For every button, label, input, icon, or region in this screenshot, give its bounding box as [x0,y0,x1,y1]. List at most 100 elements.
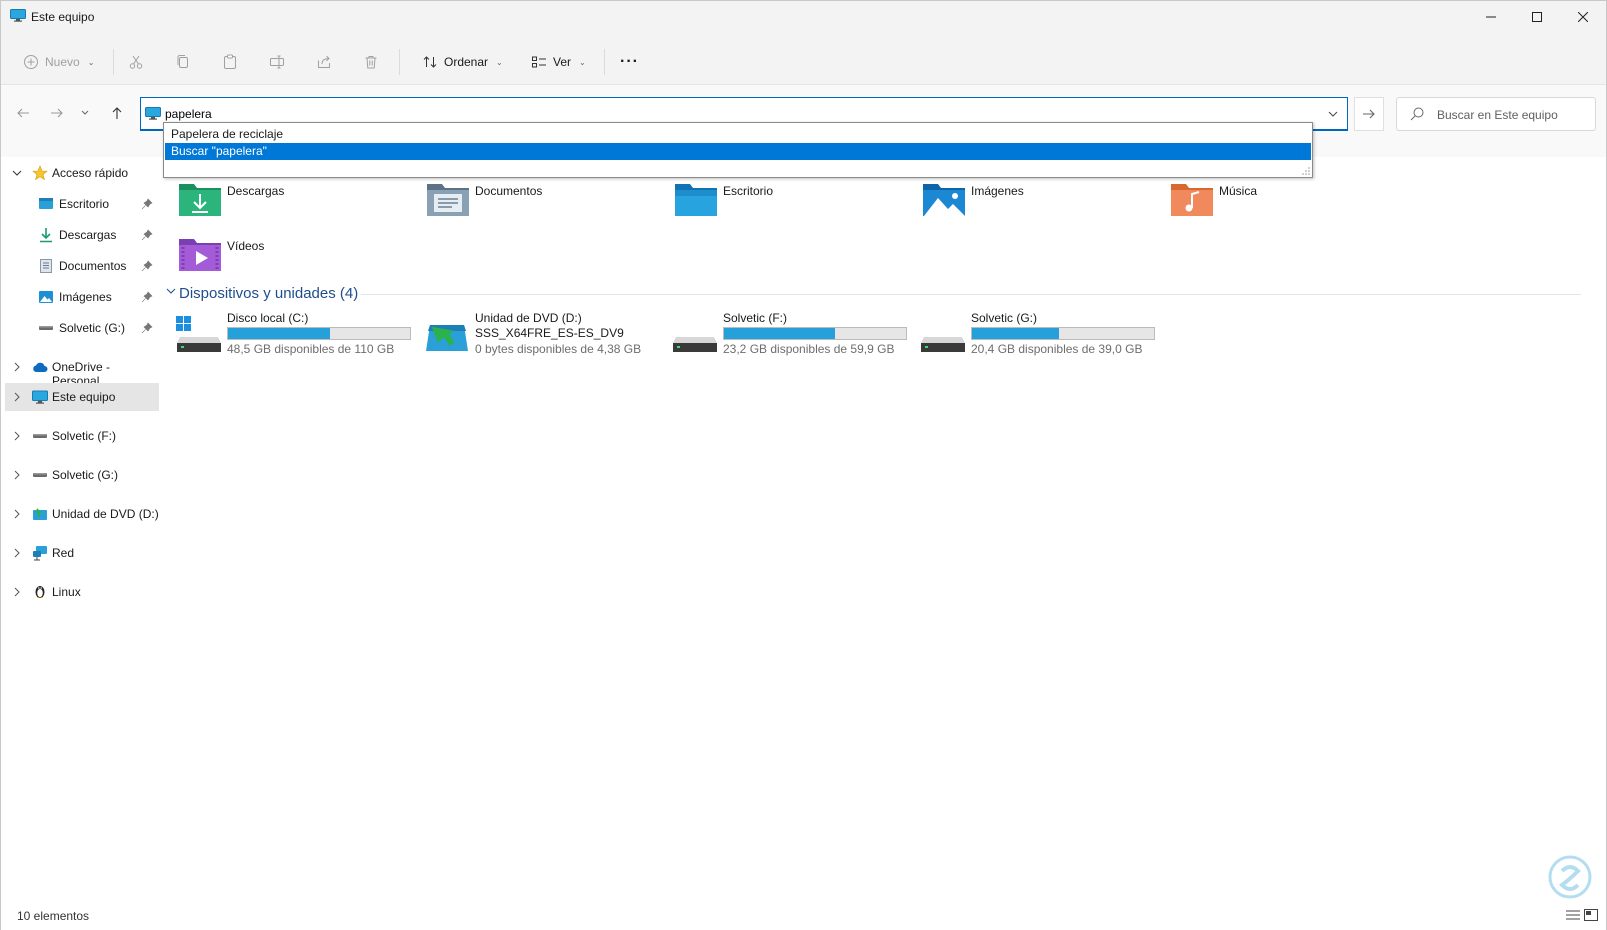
drive-tile-dvd[interactable]: Unidad de DVD (D:) SSS_X64FRE_ES-ES_DV9 … [414,307,659,363]
new-label: Nuevo [45,55,80,69]
sidebar-item-imagenes[interactable]: Imágenes [5,283,159,311]
arrow-up-icon [112,107,122,119]
drive-volume-label: SSS_X64FRE_ES-ES_DV9 [475,326,624,340]
sidebar-item-onedrive[interactable]: OneDrive - Personal [5,353,159,388]
folder-name: Documentos [475,184,543,198]
sidebar-item-descargas[interactable]: Descargas [5,221,159,249]
address-dropdown-button[interactable] [1325,106,1341,122]
minimize-button[interactable] [1468,1,1514,33]
chevron-right-icon [14,509,20,519]
drive-tile-f[interactable]: Solvetic (F:) 23,2 GB disponibles de 59,… [662,307,907,363]
forward-button[interactable] [45,101,69,125]
drive-free-space: 0 bytes disponibles de 4,38 GB [475,342,642,356]
sidebar-item-documentos[interactable]: Documentos [5,252,159,280]
share-button[interactable] [316,47,332,77]
more-icon: ··· [620,53,639,70]
folder-tile-videos[interactable]: Vídeos [166,230,406,280]
drive-tile-g[interactable]: Solvetic (G:) 20,4 GB disponibles de 39,… [910,307,1155,363]
search-placeholder: Buscar en Este equipo [1437,108,1558,122]
drive-name: Solvetic (F:) [723,311,788,325]
sidebar-item-este-equipo[interactable]: Este equipo [5,383,159,411]
drive-usage-bar [723,327,907,340]
sidebar-item-label: Linux [52,585,81,599]
go-button[interactable] [1354,97,1384,131]
copy-icon [177,55,188,68]
pin-icon [141,260,153,272]
close-button[interactable] [1560,1,1606,33]
drive-name: Unidad de DVD (D:) [475,311,582,325]
maximize-icon [1532,12,1542,22]
up-button[interactable] [105,101,129,125]
back-button[interactable] [11,101,35,125]
rename-button[interactable] [269,47,285,77]
drive-name: Disco local (C:) [227,311,309,325]
command-bar: Nuevo ⌄ Ordenar ⌄ Ver ⌄ ··· [1,33,1606,85]
separator [399,49,400,75]
sidebar-item-label: Documentos [59,259,127,273]
delete-button[interactable] [363,47,379,77]
chevron-right-icon [14,587,20,597]
drive-tile-c[interactable]: Disco local (C:) 48,5 GB disponibles de … [166,307,411,363]
recent-locations-button[interactable] [77,101,93,125]
this-pc-icon [10,9,26,22]
group-title: Dispositivos y unidades (4) [179,285,359,302]
view-button[interactable]: Ver ⌄ [531,47,586,77]
chevron-down-icon [12,170,22,176]
videos-folder-icon [179,239,221,271]
drive-icon [33,473,47,477]
folder-tile-documentos[interactable]: Documentos [414,175,654,225]
content-area: Descargas Documentos Escritorio Imágenes… [166,157,1603,897]
chevron-down-icon: ⌄ [496,57,503,67]
autocomplete-item-selected[interactable]: Buscar "papelera" [165,143,1311,160]
sort-label: Ordenar [444,55,489,69]
folder-tile-imagenes[interactable]: Imágenes [910,175,1150,225]
search-icon [1410,107,1424,121]
chevron-right-icon [14,470,20,480]
sidebar-item-label: Acceso rápido [52,166,129,180]
autocomplete-item[interactable]: Papelera de reciclaje [165,126,1311,143]
more-options-button[interactable]: ··· [620,47,639,77]
resize-grip-icon[interactable] [1302,167,1310,175]
cut-button[interactable] [128,47,144,77]
devices-group-header[interactable]: Dispositivos y unidades (4) [166,281,1603,305]
arrow-left-icon [17,108,29,118]
sidebar-item-dvd[interactable]: Unidad de DVD (D:) [5,500,159,528]
arrow-right-icon [1363,109,1375,119]
window-title: Este equipo [31,10,95,24]
file-explorer-window: Este equipo Nuevo ⌄ Ordenar ⌄ Ver ⌄ ··· … [0,0,1607,930]
copy-button[interactable] [175,47,191,77]
sidebar-item-solvetic-g2[interactable]: Solvetic (G:) [5,461,159,489]
sidebar-item-red[interactable]: Red [5,539,159,567]
sort-icon [423,56,437,68]
view-icon [532,56,546,68]
drive-free-space: 23,2 GB disponibles de 59,9 GB [723,342,895,356]
search-box[interactable]: Buscar en Este equipo [1396,97,1596,131]
windows-drive-icon [176,316,221,352]
pin-icon [141,198,153,210]
downloads-folder-icon [179,184,221,216]
sidebar-item-escritorio[interactable]: Escritorio [5,190,159,218]
sidebar-item-solvetic-f[interactable]: Solvetic (F:) [5,422,159,450]
desktop-folder-icon [675,184,717,216]
item-count: 10 elementos [17,909,90,923]
sidebar-item-label: Imágenes [59,290,112,304]
status-bar: 10 elementos [1,897,1606,930]
new-button[interactable]: Nuevo ⌄ [23,47,94,77]
folder-tile-escritorio[interactable]: Escritorio [662,175,902,225]
address-input[interactable] [165,107,1265,121]
sidebar-item-quick-access[interactable]: Acceso rápido [5,159,159,187]
navigation-pane: Acceso rápido Escritorio Descargas Docum… [1,157,161,897]
sort-button[interactable]: Ordenar ⌄ [422,47,503,77]
sidebar-item-label: Red [52,546,75,560]
folder-tile-descargas[interactable]: Descargas [166,175,406,225]
folder-name: Música [1219,184,1258,198]
chevron-right-icon [14,362,20,372]
maximize-button[interactable] [1514,1,1560,33]
paste-button[interactable] [222,47,238,77]
sidebar-item-label: Escritorio [59,197,110,211]
sidebar-item-solvetic-g[interactable]: Solvetic (G:) [5,314,159,342]
dvd-drive-icon [426,325,468,351]
sidebar-item-linux[interactable]: Linux [5,578,159,606]
folder-tile-musica[interactable]: Música [1158,175,1398,225]
drive-icon [39,326,53,330]
